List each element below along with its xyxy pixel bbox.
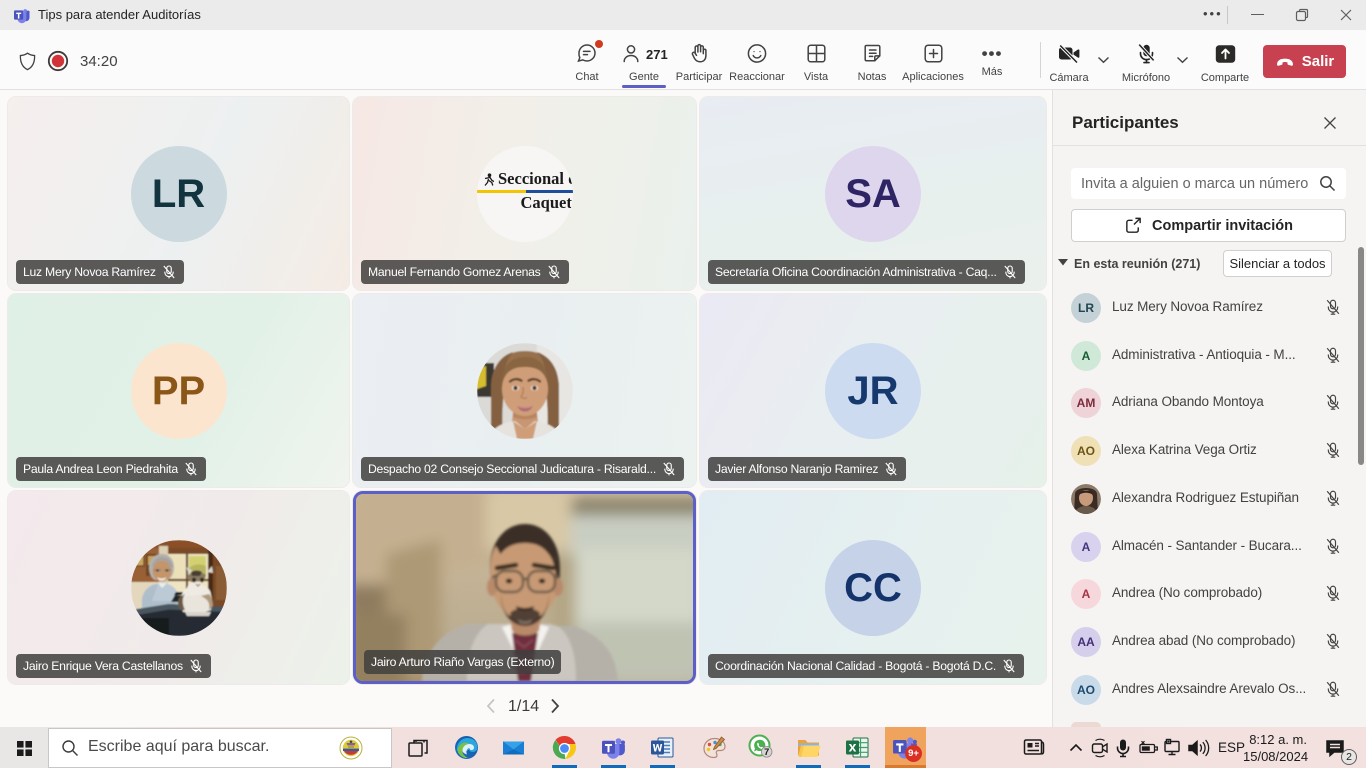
svg-text:7: 7 bbox=[764, 747, 769, 758]
